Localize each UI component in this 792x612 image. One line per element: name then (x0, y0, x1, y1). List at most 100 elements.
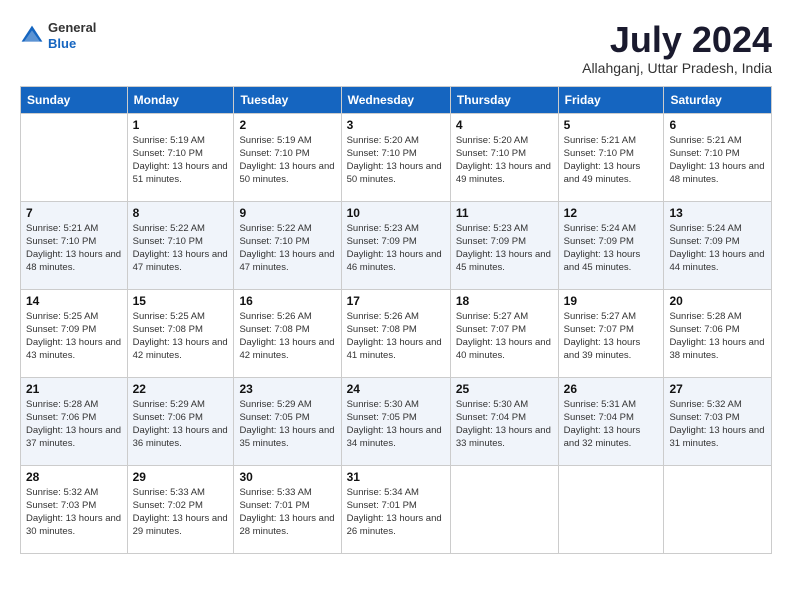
day-cell: 30 Sunrise: 5:33 AM Sunset: 7:01 PM Dayli… (234, 465, 341, 553)
day-cell (21, 113, 128, 201)
day-cell: 3 Sunrise: 5:20 AM Sunset: 7:10 PM Daylig… (341, 113, 450, 201)
week-row-3: 14 Sunrise: 5:25 AM Sunset: 7:09 PM Dayli… (21, 289, 772, 377)
day-cell: 31 Sunrise: 5:34 AM Sunset: 7:01 PM Dayli… (341, 465, 450, 553)
week-row-5: 28 Sunrise: 5:32 AM Sunset: 7:03 PM Dayli… (21, 465, 772, 553)
day-info: Sunrise: 5:33 AM Sunset: 7:02 PM Dayligh… (133, 486, 229, 539)
day-cell: 25 Sunrise: 5:30 AM Sunset: 7:04 PM Dayli… (450, 377, 558, 465)
day-info: Sunrise: 5:21 AM Sunset: 7:10 PM Dayligh… (669, 134, 766, 187)
day-info: Sunrise: 5:20 AM Sunset: 7:10 PM Dayligh… (347, 134, 445, 187)
col-header-monday: Monday (127, 86, 234, 113)
day-info: Sunrise: 5:29 AM Sunset: 7:06 PM Dayligh… (133, 398, 229, 451)
day-cell: 17 Sunrise: 5:26 AM Sunset: 7:08 PM Dayli… (341, 289, 450, 377)
col-header-tuesday: Tuesday (234, 86, 341, 113)
col-header-wednesday: Wednesday (341, 86, 450, 113)
day-cell: 28 Sunrise: 5:32 AM Sunset: 7:03 PM Dayli… (21, 465, 128, 553)
day-cell: 27Sunrise: 5:32 AM Sunset: 7:03 PM Dayli… (664, 377, 772, 465)
day-number: 3 (347, 118, 445, 132)
day-info: Sunrise: 5:26 AM Sunset: 7:08 PM Dayligh… (347, 310, 445, 363)
logo: General Blue (20, 20, 96, 51)
day-info: Sunrise: 5:30 AM Sunset: 7:05 PM Dayligh… (347, 398, 445, 451)
day-number: 15 (133, 294, 229, 308)
col-header-friday: Friday (558, 86, 664, 113)
calendar-table: SundayMondayTuesdayWednesdayThursdayFrid… (20, 86, 772, 554)
day-number: 30 (239, 470, 335, 484)
day-number: 6 (669, 118, 766, 132)
day-cell: 18Sunrise: 5:27 AM Sunset: 7:07 PM Dayli… (450, 289, 558, 377)
day-cell: 20 Sunrise: 5:28 AM Sunset: 7:06 PM Dayli… (664, 289, 772, 377)
day-info: Sunrise: 5:28 AM Sunset: 7:06 PM Dayligh… (669, 310, 766, 363)
day-number: 18 (456, 294, 553, 308)
day-cell: 6 Sunrise: 5:21 AM Sunset: 7:10 PM Daylig… (664, 113, 772, 201)
day-number: 12 (564, 206, 659, 220)
logo-text: General Blue (48, 20, 96, 51)
day-info: Sunrise: 5:25 AM Sunset: 7:08 PM Dayligh… (133, 310, 229, 363)
day-info: Sunrise: 5:26 AM Sunset: 7:08 PM Dayligh… (239, 310, 335, 363)
day-info: Sunrise: 5:28 AM Sunset: 7:06 PM Dayligh… (26, 398, 122, 451)
day-info: Sunrise: 5:32 AM Sunset: 7:03 PM Dayligh… (26, 486, 122, 539)
day-cell: 1Sunrise: 5:19 AM Sunset: 7:10 PM Daylig… (127, 113, 234, 201)
day-cell: 12 Sunrise: 5:24 AM Sunset: 7:09 PM Dayli… (558, 201, 664, 289)
day-number: 23 (239, 382, 335, 396)
day-info: Sunrise: 5:21 AM Sunset: 7:10 PM Dayligh… (564, 134, 659, 187)
day-number: 13 (669, 206, 766, 220)
day-number: 2 (239, 118, 335, 132)
day-cell: 21 Sunrise: 5:28 AM Sunset: 7:06 PM Dayli… (21, 377, 128, 465)
day-cell: 7 Sunrise: 5:21 AM Sunset: 7:10 PM Daylig… (21, 201, 128, 289)
day-cell: 26Sunrise: 5:31 AM Sunset: 7:04 PM Dayli… (558, 377, 664, 465)
day-cell: 9Sunrise: 5:22 AM Sunset: 7:10 PM Daylig… (234, 201, 341, 289)
day-number: 1 (133, 118, 229, 132)
page-header: General Blue July 2024 Allahganj, Uttar … (20, 20, 772, 76)
location: Allahganj, Uttar Pradesh, India (582, 60, 772, 76)
day-info: Sunrise: 5:20 AM Sunset: 7:10 PM Dayligh… (456, 134, 553, 187)
day-info: Sunrise: 5:23 AM Sunset: 7:09 PM Dayligh… (347, 222, 445, 275)
col-header-sunday: Sunday (21, 86, 128, 113)
day-number: 16 (239, 294, 335, 308)
day-number: 21 (26, 382, 122, 396)
day-number: 31 (347, 470, 445, 484)
day-info: Sunrise: 5:34 AM Sunset: 7:01 PM Dayligh… (347, 486, 445, 539)
day-number: 10 (347, 206, 445, 220)
day-info: Sunrise: 5:23 AM Sunset: 7:09 PM Dayligh… (456, 222, 553, 275)
day-number: 29 (133, 470, 229, 484)
day-number: 28 (26, 470, 122, 484)
day-number: 26 (564, 382, 659, 396)
day-cell: 22 Sunrise: 5:29 AM Sunset: 7:06 PM Dayli… (127, 377, 234, 465)
day-cell (664, 465, 772, 553)
day-number: 20 (669, 294, 766, 308)
day-cell: 4 Sunrise: 5:20 AM Sunset: 7:10 PM Daylig… (450, 113, 558, 201)
day-number: 24 (347, 382, 445, 396)
day-info: Sunrise: 5:21 AM Sunset: 7:10 PM Dayligh… (26, 222, 122, 275)
day-info: Sunrise: 5:29 AM Sunset: 7:05 PM Dayligh… (239, 398, 335, 451)
day-number: 19 (564, 294, 659, 308)
day-number: 17 (347, 294, 445, 308)
day-cell: 14 Sunrise: 5:25 AM Sunset: 7:09 PM Dayli… (21, 289, 128, 377)
day-cell: 24 Sunrise: 5:30 AM Sunset: 7:05 PM Dayli… (341, 377, 450, 465)
day-info: Sunrise: 5:30 AM Sunset: 7:04 PM Dayligh… (456, 398, 553, 451)
day-info: Sunrise: 5:25 AM Sunset: 7:09 PM Dayligh… (26, 310, 122, 363)
day-number: 4 (456, 118, 553, 132)
day-number: 8 (133, 206, 229, 220)
day-number: 14 (26, 294, 122, 308)
day-number: 5 (564, 118, 659, 132)
day-info: Sunrise: 5:22 AM Sunset: 7:10 PM Dayligh… (239, 222, 335, 275)
day-info: Sunrise: 5:33 AM Sunset: 7:01 PM Dayligh… (239, 486, 335, 539)
col-header-thursday: Thursday (450, 86, 558, 113)
month-title: July 2024 (582, 20, 772, 60)
day-cell: 23 Sunrise: 5:29 AM Sunset: 7:05 PM Dayli… (234, 377, 341, 465)
day-info: Sunrise: 5:22 AM Sunset: 7:10 PM Dayligh… (133, 222, 229, 275)
day-cell: 5 Sunrise: 5:21 AM Sunset: 7:10 PM Daylig… (558, 113, 664, 201)
day-cell (558, 465, 664, 553)
day-info: Sunrise: 5:27 AM Sunset: 7:07 PM Dayligh… (564, 310, 659, 363)
day-cell: 8 Sunrise: 5:22 AM Sunset: 7:10 PM Daylig… (127, 201, 234, 289)
day-info: Sunrise: 5:24 AM Sunset: 7:09 PM Dayligh… (564, 222, 659, 275)
day-cell: 13 Sunrise: 5:24 AM Sunset: 7:09 PM Dayli… (664, 201, 772, 289)
col-header-saturday: Saturday (664, 86, 772, 113)
day-number: 7 (26, 206, 122, 220)
week-row-4: 21 Sunrise: 5:28 AM Sunset: 7:06 PM Dayli… (21, 377, 772, 465)
day-number: 22 (133, 382, 229, 396)
day-info: Sunrise: 5:19 AM Sunset: 7:10 PM Dayligh… (239, 134, 335, 187)
day-number: 25 (456, 382, 553, 396)
header-row: SundayMondayTuesdayWednesdayThursdayFrid… (21, 86, 772, 113)
day-cell: 29 Sunrise: 5:33 AM Sunset: 7:02 PM Dayli… (127, 465, 234, 553)
day-info: Sunrise: 5:24 AM Sunset: 7:09 PM Dayligh… (669, 222, 766, 275)
